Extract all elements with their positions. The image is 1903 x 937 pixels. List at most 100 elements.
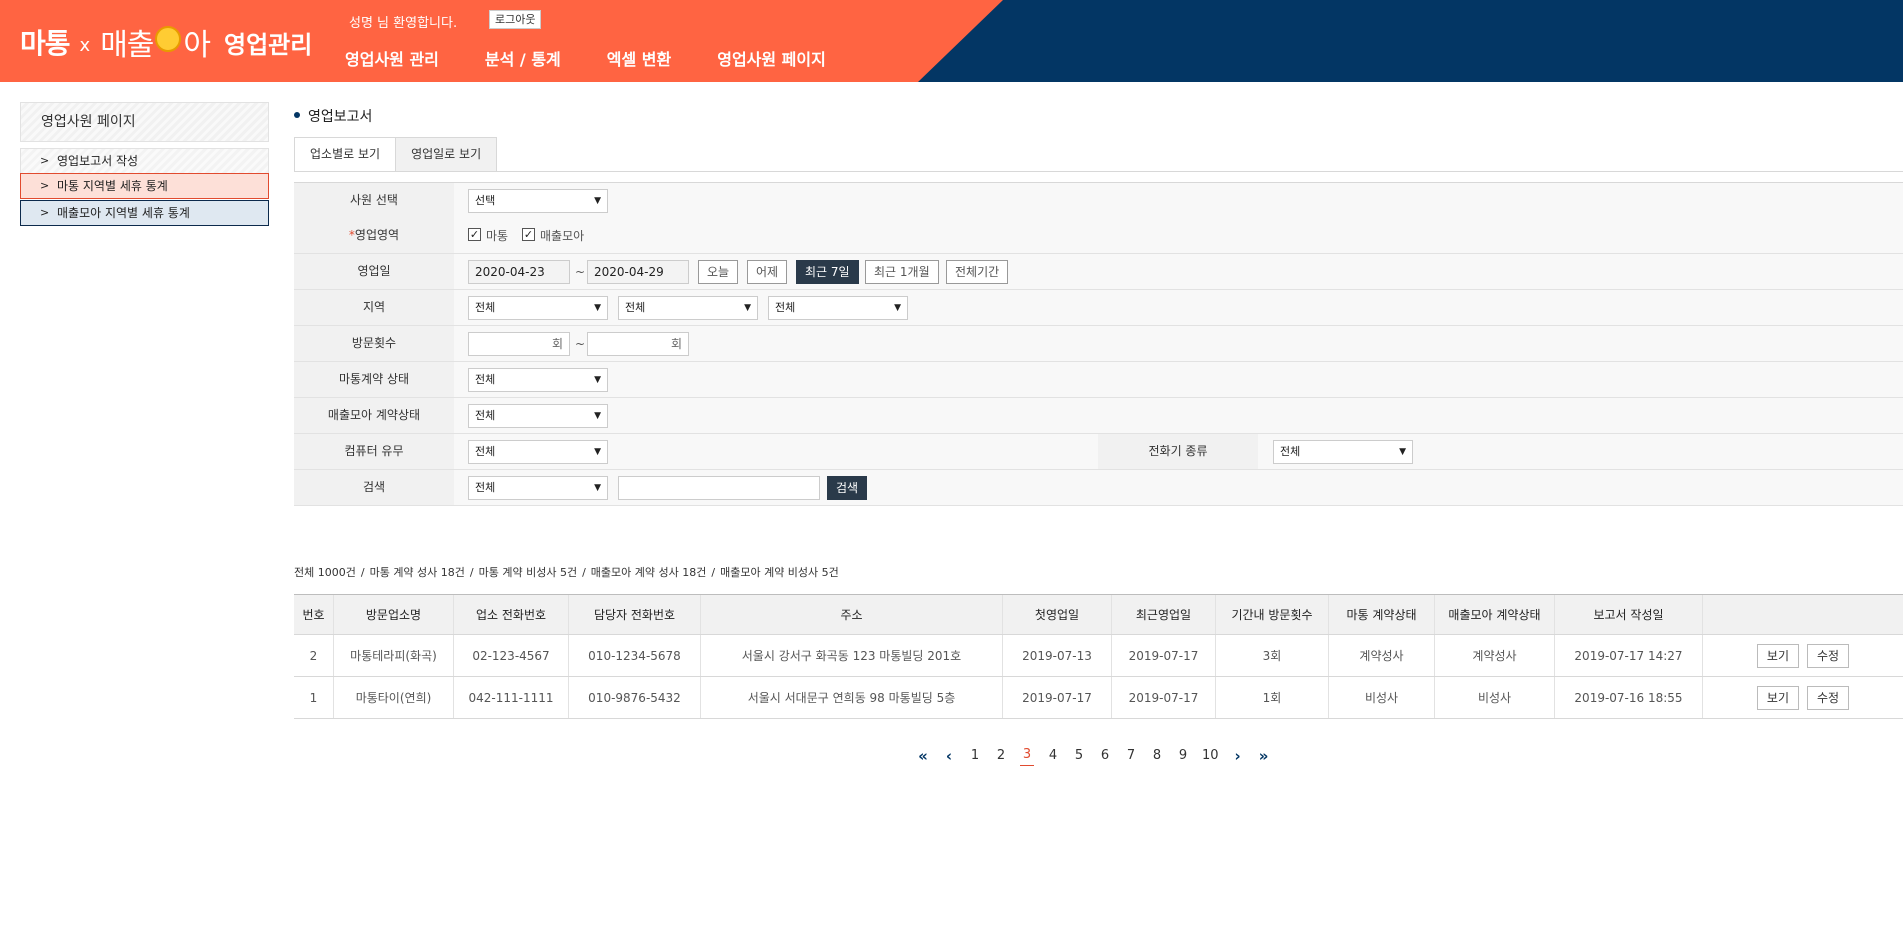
cell-manager-phone: 010-9876-5432 xyxy=(569,677,701,718)
form-row-employee: 사원 선택 선택 ▼ xyxy=(294,182,1903,218)
page-link[interactable]: 6 xyxy=(1098,746,1112,766)
edit-button[interactable]: 수정 xyxy=(1807,643,1850,668)
logo-maechul: 매출 아 xyxy=(100,20,211,64)
date-last1month-button[interactable]: 최근 1개월 xyxy=(865,260,939,284)
welcome-message: 성명 님 환영합니다. xyxy=(349,16,458,31)
sidebar-item-report-write[interactable]: > 영업보고서 작성 xyxy=(20,148,269,174)
employee-value-cell: 선택 ▼ xyxy=(454,183,1903,218)
sidebar-item-matong-stats[interactable]: > 마통 지역별 세휴 통계 xyxy=(20,173,269,199)
page-link[interactable]: 10 xyxy=(1202,746,1219,766)
report-table: 번호 방문업소명 업소 전화번호 담당자 전화번호 주소 첫영업일 최근영업일 … xyxy=(294,594,1903,719)
col-header-no: 번호 xyxy=(294,595,334,634)
page-title: 영업보고서 xyxy=(294,106,372,126)
col-header-actions xyxy=(1703,595,1903,634)
region-select-1[interactable]: 전체 ▼ xyxy=(468,296,608,320)
cell-address: 서울시 서대문구 연희동 98 마통빌딩 5층 xyxy=(701,677,1003,718)
nav-employee-management[interactable]: 영업사원 관리 xyxy=(345,46,439,70)
nav-excel-export[interactable]: 엑셀 변환 xyxy=(607,46,671,70)
logo-maechul-text: 매출 xyxy=(100,28,154,63)
form-row-search: 검색 전체 ▼ 검색 xyxy=(294,470,1903,506)
logo[interactable]: 마통 x 매출 아 영업관리 xyxy=(20,20,313,64)
matong-status-select[interactable]: 전체 ▼ xyxy=(468,368,608,392)
area-matong-checkbox[interactable]: ✓ xyxy=(468,228,481,241)
view-tabs: 업소별로 보기 영업일로 보기 xyxy=(294,137,498,172)
date-yesterday-button[interactable]: 어제 xyxy=(747,260,788,284)
date-value-cell: 2020-04-23 ~ 2020-04-29 오늘 어제 최근 7일 최근 1… xyxy=(454,254,1903,289)
date-from-input[interactable]: 2020-04-23 xyxy=(468,260,570,284)
cell-matong-status: 비성사 xyxy=(1329,677,1435,718)
area-matong-label: 마통 xyxy=(486,229,509,243)
summary-separator: / xyxy=(711,566,716,579)
visits-value-cell: 회 ~ 회 xyxy=(454,326,1903,361)
visits-max-input[interactable]: 회 xyxy=(587,332,689,356)
view-button[interactable]: 보기 xyxy=(1756,685,1799,710)
date-to-input[interactable]: 2020-04-29 xyxy=(587,260,689,284)
page-link[interactable]: 4 xyxy=(1046,746,1060,766)
search-button[interactable]: 검색 xyxy=(827,476,868,500)
search-type-select[interactable]: 전체 ▼ xyxy=(468,476,608,500)
col-header-store-name: 방문업소명 xyxy=(334,595,454,634)
chevron-right-icon: > xyxy=(40,206,50,219)
matong-status-label: 마통계약 상태 xyxy=(294,362,454,397)
nav-employee-page[interactable]: 영업사원 페이지 xyxy=(717,46,826,70)
edit-button[interactable]: 수정 xyxy=(1807,685,1850,710)
first-page-icon[interactable]: « xyxy=(916,746,930,766)
date-today-button[interactable]: 오늘 xyxy=(698,260,739,284)
matong-status-value-cell: 전체 ▼ xyxy=(454,362,1903,397)
caret-down-icon: ▼ xyxy=(594,375,601,385)
search-input[interactable] xyxy=(618,476,820,500)
tab-by-date[interactable]: 영업일로 보기 xyxy=(396,137,498,172)
tab-divider xyxy=(294,171,1903,172)
area-label-text: 영업영역 xyxy=(354,228,400,242)
caret-down-icon: ▼ xyxy=(594,411,601,421)
page-link[interactable]: 1 xyxy=(968,746,982,766)
date-last7days-button[interactable]: 최근 7일 xyxy=(796,260,859,284)
employee-select[interactable]: 선택 ▼ xyxy=(468,189,608,213)
logo-matong: 마통 xyxy=(20,27,71,60)
cell-report-date: 2019-07-16 18:55 xyxy=(1555,677,1703,718)
logo-title: 영업관리 xyxy=(224,30,313,59)
caret-down-icon: ▼ xyxy=(894,303,901,313)
form-row-visits: 방문횟수 회 ~ 회 xyxy=(294,326,1903,362)
visits-min-input[interactable]: 회 xyxy=(468,332,570,356)
visits-label: 방문횟수 xyxy=(294,326,454,361)
prev-page-icon[interactable]: ‹ xyxy=(942,746,956,766)
page-link[interactable]: 8 xyxy=(1150,746,1164,766)
summary-separator: / xyxy=(582,566,586,579)
cell-maechul-status: 비성사 xyxy=(1435,677,1555,718)
computer-select-value: 전체 xyxy=(475,445,496,458)
table-header-row: 번호 방문업소명 업소 전화번호 담당자 전화번호 주소 첫영업일 최근영업일 … xyxy=(294,595,1903,635)
date-all-button[interactable]: 전체기간 xyxy=(946,260,1009,284)
col-header-recent-date: 최근영업일 xyxy=(1112,595,1216,634)
computer-select[interactable]: 전체 ▼ xyxy=(468,440,608,464)
summary-separator: / xyxy=(360,566,365,579)
phone-type-select[interactable]: 전체 ▼ xyxy=(1273,440,1413,464)
cell-recent-date: 2019-07-17 xyxy=(1112,677,1216,718)
sidebar-item-maechul-stats[interactable]: > 매출모아 지역별 세휴 통계 xyxy=(20,200,269,226)
cell-matong-status: 계약성사 xyxy=(1329,635,1435,676)
area-maechul-checkbox[interactable]: ✓ xyxy=(522,228,535,241)
maechul-status-label: 매출모아 계약상태 xyxy=(294,398,454,433)
form-row-maechul-status: 매출모아 계약상태 전체 ▼ xyxy=(294,398,1903,434)
summary-matong-success: 마통 계약 성사 18건 xyxy=(369,566,465,579)
logout-button[interactable]: 로그아웃 xyxy=(489,10,542,29)
page-title-text: 영업보고서 xyxy=(308,109,373,125)
page-link[interactable]: 5 xyxy=(1072,746,1086,766)
summary-separator: / xyxy=(469,566,474,579)
nav-analysis-stats[interactable]: 분석 / 통계 xyxy=(485,46,561,70)
tab-by-store[interactable]: 업소별로 보기 xyxy=(294,137,397,172)
page-link[interactable]: 7 xyxy=(1124,746,1138,766)
caret-down-icon: ▼ xyxy=(744,303,751,313)
maechul-status-select[interactable]: 전체 ▼ xyxy=(468,404,608,428)
region-select-3[interactable]: 전체 ▼ xyxy=(768,296,908,320)
last-page-icon[interactable]: » xyxy=(1257,746,1271,766)
logo-x: x xyxy=(79,34,91,56)
region-select-2[interactable]: 전체 ▼ xyxy=(618,296,758,320)
page-link-current[interactable]: 3 xyxy=(1020,745,1034,766)
page-link[interactable]: 2 xyxy=(994,746,1008,766)
view-button[interactable]: 보기 xyxy=(1756,643,1799,668)
summary-maechul-success: 매출모아 계약 성사 18건 xyxy=(590,566,707,579)
search-value-cell: 전체 ▼ 검색 xyxy=(454,470,1903,505)
next-page-icon[interactable]: › xyxy=(1231,746,1245,766)
page-link[interactable]: 9 xyxy=(1176,746,1190,766)
